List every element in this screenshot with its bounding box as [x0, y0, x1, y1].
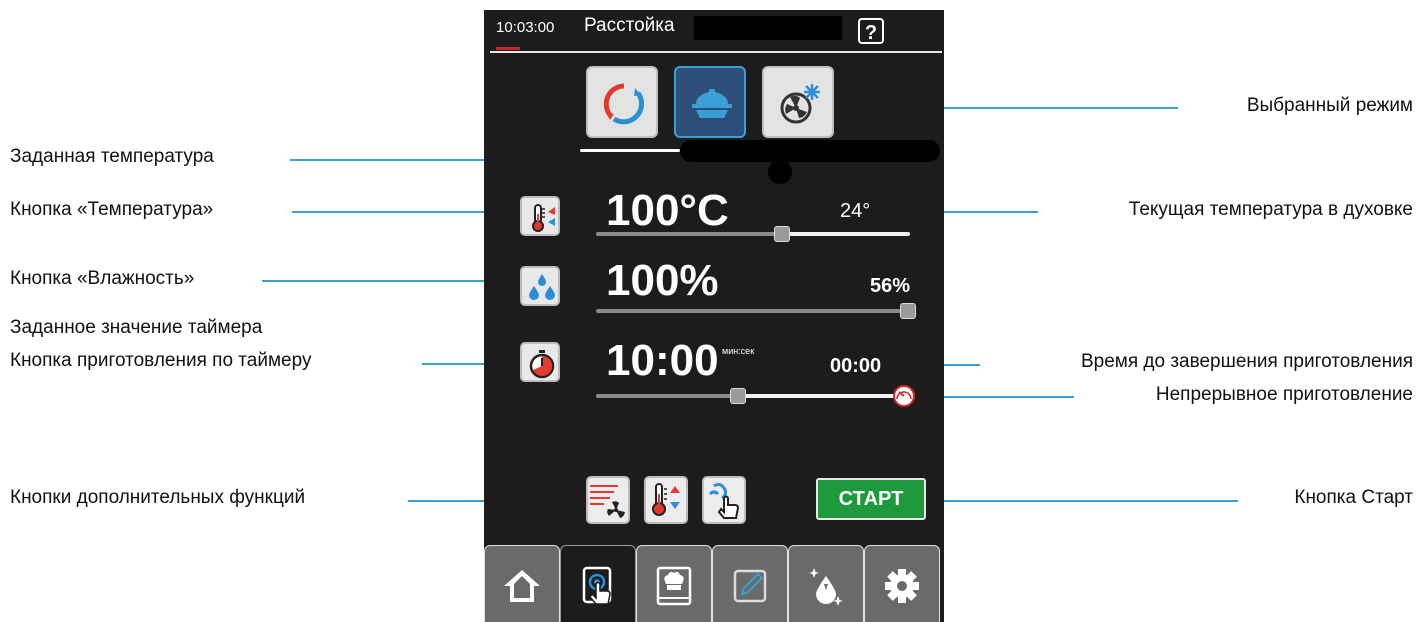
water-drops-icon	[529, 274, 555, 300]
timer-unit-label: мин:сек	[722, 346, 755, 356]
callout-time-until-done: Время до завершения приготовления	[1080, 351, 1413, 372]
fan-speed-icon	[590, 485, 625, 518]
set-timer-value: 10:00	[606, 336, 719, 385]
timer-slider-thumb[interactable]	[730, 388, 746, 404]
fan-speed-button[interactable]	[586, 476, 630, 524]
fan-snowflake-icon	[780, 84, 820, 124]
current-temperature-value: 24°	[840, 200, 871, 222]
timer-button[interactable]	[520, 342, 560, 382]
callout-extra-functions: Кнопки дополнительных функций	[10, 487, 306, 508]
core-temperature-button[interactable]	[644, 476, 688, 524]
humidity-button[interactable]	[520, 266, 560, 306]
callout-selected-mode: Выбранный режим	[1246, 95, 1413, 116]
tab-edit[interactable]	[712, 545, 788, 622]
callout-timer-cooking-button: Кнопка приготовления по таймеру	[10, 350, 312, 371]
tab-settings[interactable]	[864, 545, 940, 622]
oven-control-panel: 10:03:00 Расстойка ? 100°C 24° 100% 56% …	[484, 10, 944, 622]
steam-inject-button[interactable]	[702, 476, 746, 524]
thermometer-icon	[532, 204, 555, 232]
callout-set-timer-value: Заданное значение таймера	[10, 317, 263, 338]
callout-continuous-cooking: Непрерывное приготовление	[1155, 384, 1413, 405]
callout-set-temperature: Заданная температура	[10, 146, 214, 167]
steam-touch-icon	[708, 482, 740, 519]
tab-manual-mode[interactable]	[560, 545, 636, 622]
callout-current-oven-temperature: Текущая температура в духовке	[1128, 199, 1413, 220]
temperature-slider-left	[596, 232, 780, 236]
selected-mode-underline	[580, 149, 680, 152]
mode-button-fan-cooling[interactable]	[762, 66, 834, 138]
current-humidity-value: 56%	[870, 275, 911, 297]
callout-start-button: Кнопка Старт	[1294, 487, 1413, 508]
status-indicator	[496, 47, 520, 50]
home-icon	[504, 570, 540, 602]
timer-slider-left	[596, 394, 740, 398]
start-button[interactable]: СТАРТ	[816, 478, 926, 520]
covered-dish-icon	[692, 89, 732, 118]
callout-humidity-button: Кнопка «Влажность»	[10, 268, 195, 289]
help-button[interactable]: ?	[858, 18, 884, 44]
thermometer-arrows-icon	[652, 483, 680, 516]
set-temperature-value: 100°C	[606, 186, 729, 235]
callout-temperature-button: Кнопка «Температура»	[10, 199, 214, 220]
tab-cleaning[interactable]	[788, 545, 864, 622]
leader-line	[922, 396, 1074, 398]
cleaning-drops-icon	[809, 568, 843, 606]
leader-line	[944, 500, 1238, 502]
circular-arrows-icon	[603, 83, 644, 125]
tab-cookbook[interactable]	[636, 545, 712, 622]
set-humidity-value: 100%	[606, 256, 719, 305]
edit-icon	[733, 569, 767, 603]
title-field	[694, 16, 842, 40]
temperature-slider-thumb[interactable]	[774, 226, 790, 242]
timer-slider-right	[740, 394, 904, 398]
touch-screen-icon	[582, 566, 612, 605]
leader-line	[262, 280, 518, 282]
humidity-slider	[596, 309, 912, 313]
humidity-slider-thumb[interactable]	[900, 303, 916, 319]
header-bar: 10:03:00 Расстойка ?	[484, 10, 944, 53]
mode-button-proofing[interactable]	[674, 66, 746, 138]
program-title: Расстойка	[584, 15, 675, 36]
temperature-button[interactable]	[520, 196, 560, 236]
temperature-slider-right	[780, 232, 910, 236]
header-divider	[490, 51, 942, 53]
continuous-cooking-icon[interactable]	[892, 384, 916, 408]
clock-time: 10:03:00	[496, 19, 555, 36]
tab-home[interactable]	[484, 545, 560, 622]
redaction-mark	[680, 140, 940, 162]
stopwatch-icon	[529, 350, 555, 379]
mode-button-combi[interactable]	[586, 66, 658, 138]
gear-icon	[885, 569, 919, 603]
time-remaining-value: 00:00	[830, 355, 882, 377]
cookbook-icon	[656, 566, 692, 606]
redaction-mark	[768, 160, 792, 184]
